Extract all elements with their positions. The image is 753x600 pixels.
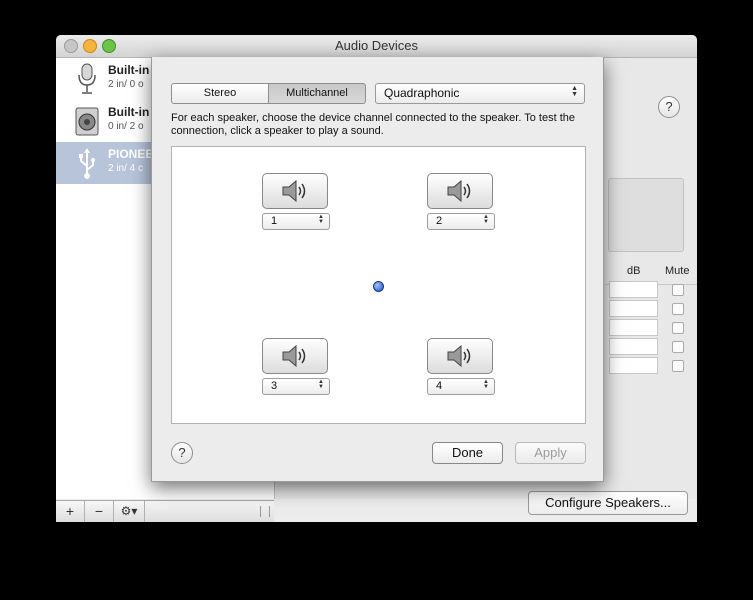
instruction-text: For each speaker, choose the device chan…: [171, 112, 576, 137]
channel-popup-1[interactable]: 1 ▲ ▼: [262, 213, 330, 230]
resize-handle[interactable]: [260, 506, 270, 517]
channel-popup-3[interactable]: 3 ▲ ▼: [262, 378, 330, 395]
mute-column-header: Mute: [665, 265, 690, 277]
channel-value: 1: [271, 215, 278, 227]
device-channels: 0 in/ 2 o: [108, 121, 144, 132]
channel-value: 2: [436, 215, 443, 227]
info-box: [608, 178, 684, 252]
channel-value: 3: [271, 380, 278, 392]
device-name: Built-in: [108, 63, 150, 77]
channel-popup-2[interactable]: 2 ▲ ▼: [427, 213, 495, 230]
title-bar: Audio Devices: [56, 35, 697, 58]
mute-checkbox[interactable]: [672, 341, 684, 353]
channel-value: 4: [436, 380, 443, 392]
speaker-button-4[interactable]: [427, 338, 493, 374]
done-button[interactable]: Done: [432, 442, 503, 464]
speaker-icon: [447, 179, 471, 203]
listener-position-dot: [373, 281, 384, 292]
speaker-button-1[interactable]: [262, 173, 328, 209]
add-device-button[interactable]: +: [56, 501, 85, 522]
speaker-icon: [447, 344, 471, 368]
speaker-icon: [282, 344, 306, 368]
device-channels: 2 in/ 4 c: [108, 163, 144, 174]
popup-arrows-icon: ▲ ▼: [318, 214, 324, 225]
device-name: Built-in: [108, 105, 150, 119]
speaker-icon: [282, 179, 306, 203]
speaker-icon: [75, 107, 99, 136]
mute-checkbox[interactable]: [672, 360, 684, 372]
popup-arrows-icon: ▲ ▼: [318, 379, 324, 390]
help-icon[interactable]: ?: [171, 442, 193, 464]
device-name: PIONEE: [108, 147, 154, 161]
speaker-button-3[interactable]: [262, 338, 328, 374]
mute-checkbox[interactable]: [672, 322, 684, 334]
db-field[interactable]: [609, 357, 658, 374]
mute-checkbox[interactable]: [672, 303, 684, 315]
channel-popup-4[interactable]: 4 ▲ ▼: [427, 378, 495, 395]
popup-arrows-icon: ▲ ▼: [483, 379, 489, 390]
configure-speakers-sheet: Stereo Multichannel Quadraphonic ▲ ▼ For …: [151, 57, 604, 482]
db-field[interactable]: [609, 300, 658, 317]
speaker-mode-popup[interactable]: Quadraphonic ▲ ▼: [375, 83, 585, 104]
db-field[interactable]: [609, 281, 658, 298]
gear-menu-button[interactable]: ⚙▾: [114, 501, 145, 522]
sidebar-footer: + − ⚙▾: [56, 500, 274, 522]
window-title: Audio Devices: [334, 38, 419, 53]
db-column-header: dB: [627, 265, 641, 277]
remove-device-button[interactable]: −: [85, 501, 114, 522]
multichannel-segment[interactable]: Multichannel: [268, 83, 366, 104]
stereo-segment[interactable]: Stereo: [171, 83, 269, 104]
device-channels: 2 in/ 0 o: [108, 79, 144, 90]
db-field[interactable]: [609, 338, 658, 355]
microphone-icon: [78, 63, 96, 94]
speaker-mode-value: Quadraphonic: [384, 86, 460, 100]
speaker-layout-area: 1 ▲ ▼ 2 ▲ ▼ 3 ▲ ▼ 4 ▲ ▼: [171, 146, 586, 424]
configure-speakers-button[interactable]: Configure Speakers...: [528, 491, 688, 515]
db-field[interactable]: [609, 319, 658, 336]
popup-arrows-icon: ▲ ▼: [571, 85, 578, 98]
mute-checkbox[interactable]: [672, 284, 684, 296]
speaker-button-2[interactable]: [427, 173, 493, 209]
help-icon[interactable]: ?: [658, 96, 680, 118]
popup-arrows-icon: ▲ ▼: [483, 214, 489, 225]
apply-button[interactable]: Apply: [515, 442, 586, 464]
usb-icon: [79, 148, 95, 179]
